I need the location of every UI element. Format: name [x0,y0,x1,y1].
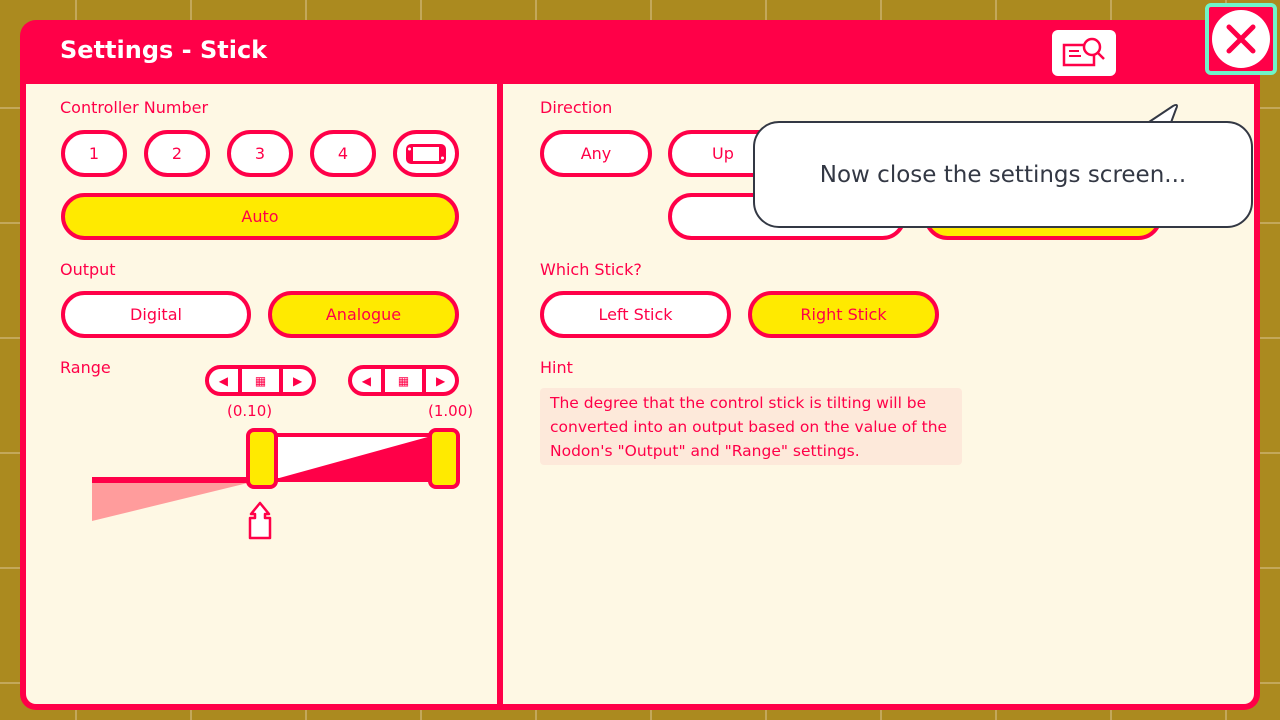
close-x-icon [1226,24,1256,54]
which-stick-label: Which Stick? [540,260,642,279]
output-label: Output [60,260,116,279]
controller-4-button[interactable]: 4 [310,130,376,177]
controller-1-button[interactable]: 1 [61,130,127,177]
help-button[interactable] [1052,30,1116,76]
controller-number-label: Controller Number [60,98,209,117]
right-stick-button[interactable]: Right Stick [748,291,939,338]
range-min-handle[interactable] [246,428,278,489]
close-button[interactable] [1212,10,1270,68]
controller-2-button[interactable]: 2 [144,130,210,177]
direction-label: Direction [540,98,613,117]
range-min-value: (0.10) [227,402,273,420]
direction-any-button[interactable]: Any [540,130,652,177]
range-max-value: (1.00) [428,402,474,420]
tutorial-message: Now close the settings screen... [819,161,1187,188]
digital-button[interactable]: Digital [61,291,251,338]
auto-button[interactable]: Auto [61,193,459,240]
calculator-icon[interactable]: ▦ [380,369,427,392]
decrement-arrow-icon[interactable]: ◀ [209,369,238,392]
manual-search-icon [1062,37,1105,67]
handheld-button[interactable] [393,130,459,177]
tutorial-speech-bubble: Now close the settings screen... [753,121,1253,228]
decrement-arrow-icon[interactable]: ◀ [352,369,381,392]
range-min-stepper[interactable]: ◀ ▦ ▶ [205,365,316,396]
hint-text: The degree that the control stick is til… [540,388,962,465]
range-max-stepper[interactable]: ◀ ▦ ▶ [348,365,459,396]
analogue-button[interactable]: Analogue [268,291,459,338]
range-graph [92,428,460,540]
controller-3-button[interactable]: 3 [227,130,293,177]
increment-arrow-icon[interactable]: ▶ [283,369,312,392]
deadzone-area [92,480,260,521]
left-stick-button[interactable]: Left Stick [540,291,731,338]
dialog-title: Settings - Stick [60,36,268,64]
calculator-icon[interactable]: ▦ [237,369,284,392]
range-label: Range [60,358,111,377]
increment-arrow-icon[interactable]: ▶ [426,369,455,392]
range-max-handle[interactable] [428,428,460,489]
current-input-pointer-icon [248,501,272,540]
hint-label: Hint [540,358,573,377]
handheld-console-icon [406,143,446,164]
